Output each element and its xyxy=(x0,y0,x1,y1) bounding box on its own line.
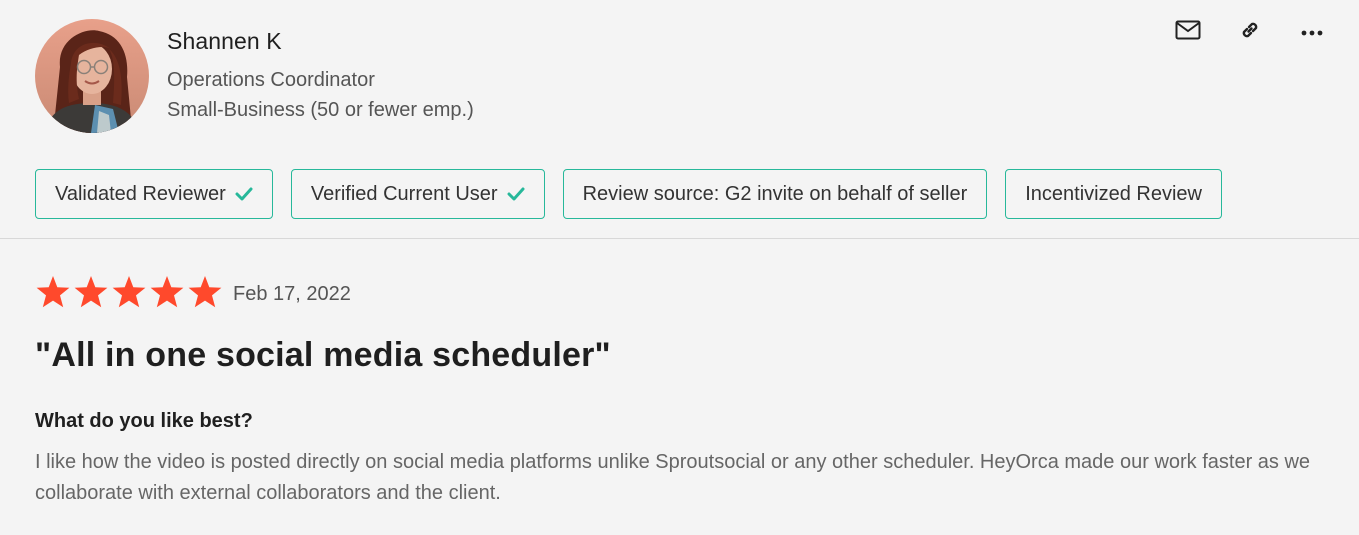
review-question: What do you like best? xyxy=(35,410,253,432)
star-rating xyxy=(35,275,223,314)
badge-label: Validated Reviewer xyxy=(55,182,226,205)
review-actions xyxy=(1171,18,1329,46)
badge-label: Review source: G2 invite on behalf of se… xyxy=(582,182,968,205)
reviewer-role: Operations Coordinator xyxy=(167,69,375,91)
more-options-button[interactable] xyxy=(1295,18,1329,46)
checkmark-icon xyxy=(235,187,253,201)
checkmark-icon xyxy=(507,187,525,201)
badge-verified-current-user: Verified Current User xyxy=(290,169,545,219)
star-icon xyxy=(187,275,223,314)
review-body: Feb 17, 2022 "All in one social media sc… xyxy=(35,275,1325,509)
copy-link-button[interactable] xyxy=(1233,18,1267,46)
badge-validated-reviewer: Validated Reviewer xyxy=(35,169,273,219)
more-icon xyxy=(1301,23,1323,41)
reviewer-name[interactable]: Shannen K xyxy=(167,28,282,55)
email-button[interactable] xyxy=(1171,18,1205,46)
review-answer: I like how the video is posted directly … xyxy=(35,451,1311,504)
review-title[interactable]: "All in one social media scheduler" xyxy=(35,336,1325,375)
rating-row: Feb 17, 2022 xyxy=(35,275,1325,314)
reviewer-header: Shannen K Operations Coordinator Small-B… xyxy=(0,0,1359,239)
avatar[interactable] xyxy=(35,19,149,133)
link-icon xyxy=(1238,18,1262,47)
star-icon xyxy=(73,275,109,314)
review-card: Shannen K Operations Coordinator Small-B… xyxy=(0,0,1359,535)
review-date: Feb 17, 2022 xyxy=(233,282,351,305)
badge-label: Incentivized Review xyxy=(1025,182,1202,205)
badge-label: Verified Current User xyxy=(310,182,498,205)
mail-icon xyxy=(1175,20,1201,45)
badge-incentivized-review: Incentivized Review xyxy=(1005,169,1222,219)
reviewer-badges: Validated Reviewer Verified Current User… xyxy=(35,169,1222,219)
reviewer-company-size: Small-Business (50 or fewer emp.) xyxy=(167,99,474,121)
star-icon xyxy=(35,275,71,314)
star-icon xyxy=(111,275,147,314)
star-icon xyxy=(149,275,185,314)
badge-review-source: Review source: G2 invite on behalf of se… xyxy=(562,169,988,219)
